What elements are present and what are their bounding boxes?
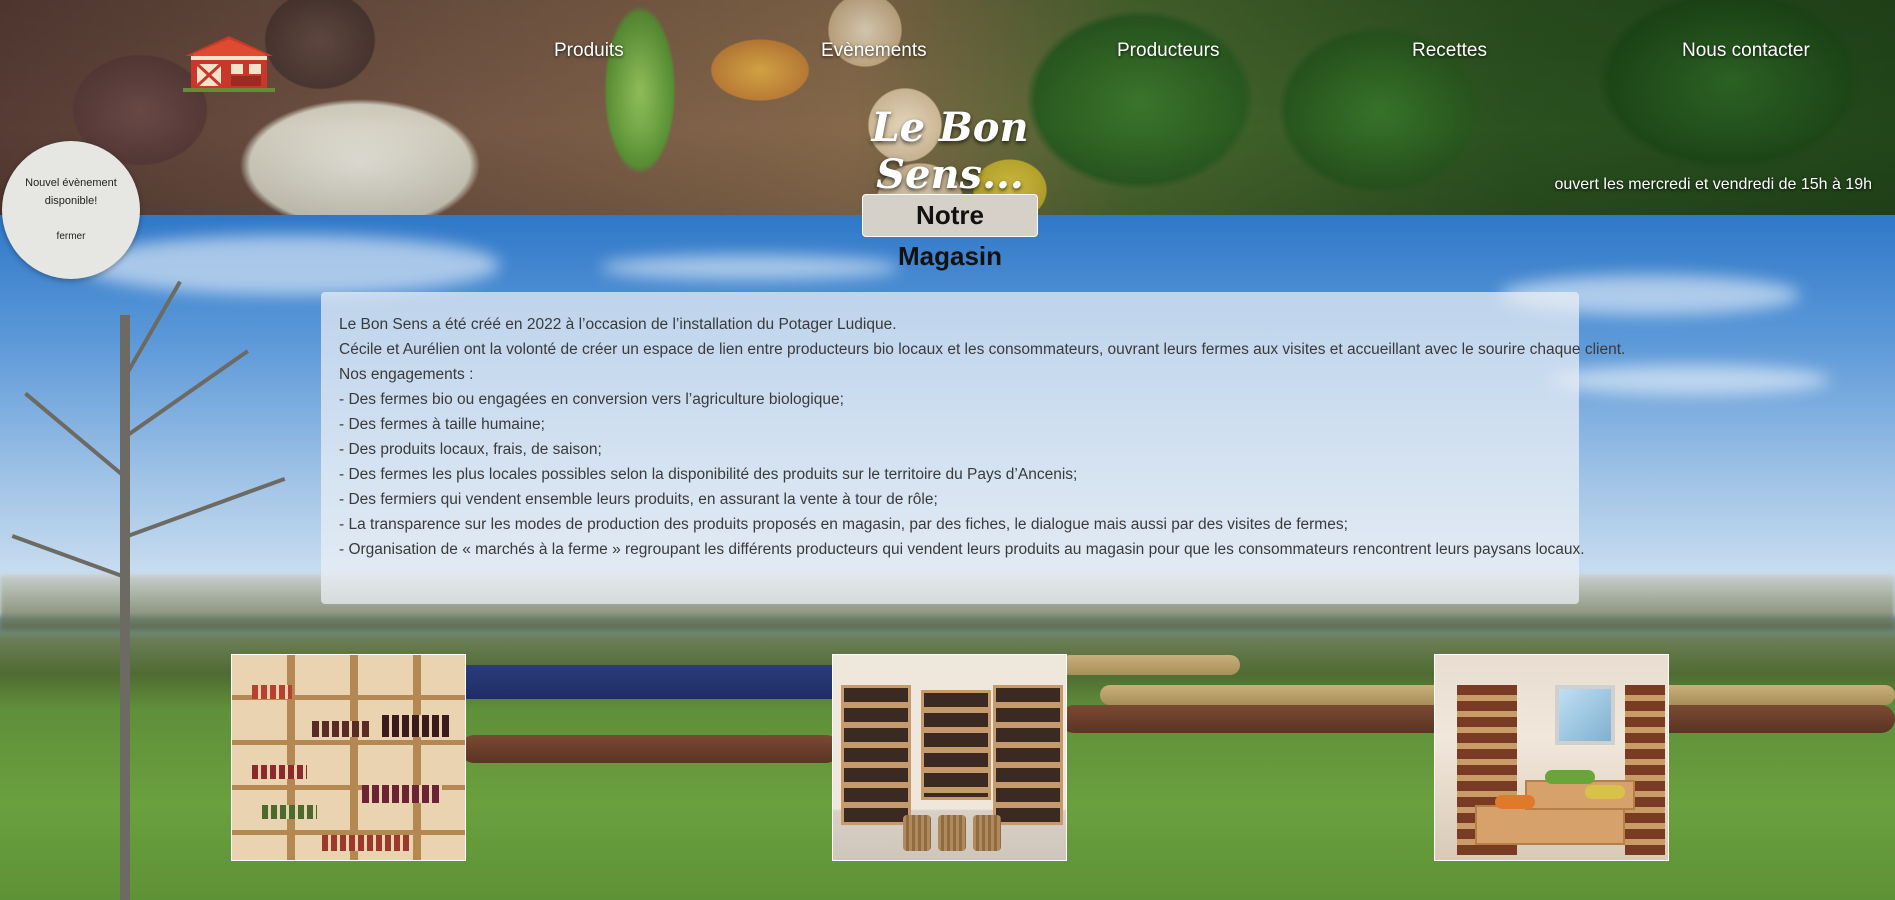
paragraph: - Des fermiers qui vendent ensemble leur… xyxy=(339,491,938,508)
nav-producteurs[interactable]: Producteurs xyxy=(1117,40,1219,62)
paragraph: Le Bon Sens a été créé en 2022 à l’occas… xyxy=(339,316,897,333)
nav-produits[interactable]: Produits xyxy=(554,40,624,62)
popup-message: Nouvel évènement disponible! xyxy=(25,177,117,207)
paragraph: Cécile et Aurélien ont la volonté de cré… xyxy=(339,341,1626,358)
section-title: Notre Magasin xyxy=(862,194,1038,271)
main-nav: Produits Evènements Producteurs Recettes… xyxy=(0,40,1895,70)
paragraph: - La transparence sur les modes de produ… xyxy=(339,516,1348,533)
new-event-popup: Nouvel évènement disponible! fermer xyxy=(2,141,140,279)
paragraph: - Des fermes bio ou engagées en conversi… xyxy=(339,391,844,408)
paragraph: - Des fermes les plus locales possibles … xyxy=(339,466,1078,483)
paragraph: - Organisation de « marchés à la ferme »… xyxy=(339,541,1585,558)
nav-nous-contacter[interactable]: Nous contacter xyxy=(1682,40,1810,62)
shop-photo-jars-shelves[interactable] xyxy=(231,654,466,861)
about-text-panel: Le Bon Sens a été créé en 2022 à l’occas… xyxy=(321,292,1626,604)
nav-recettes[interactable]: Recettes xyxy=(1412,40,1487,62)
shop-photo-produce-display[interactable] xyxy=(1434,654,1669,861)
paragraph: Nos engagements : xyxy=(339,366,474,383)
opening-hours: ouvert les mercredi et vendredi de 15h à… xyxy=(1554,176,1872,193)
paragraph: - Des produits locaux, frais, de saison; xyxy=(339,441,602,458)
site-title: Le Bon Sens... xyxy=(871,104,1029,198)
shop-photo-wine-shelves[interactable] xyxy=(832,654,1067,861)
paragraph: - Des fermes à taille humaine; xyxy=(339,416,545,433)
nav-evenements[interactable]: Evènements xyxy=(821,40,927,62)
popup-close-link[interactable]: fermer xyxy=(2,231,140,242)
